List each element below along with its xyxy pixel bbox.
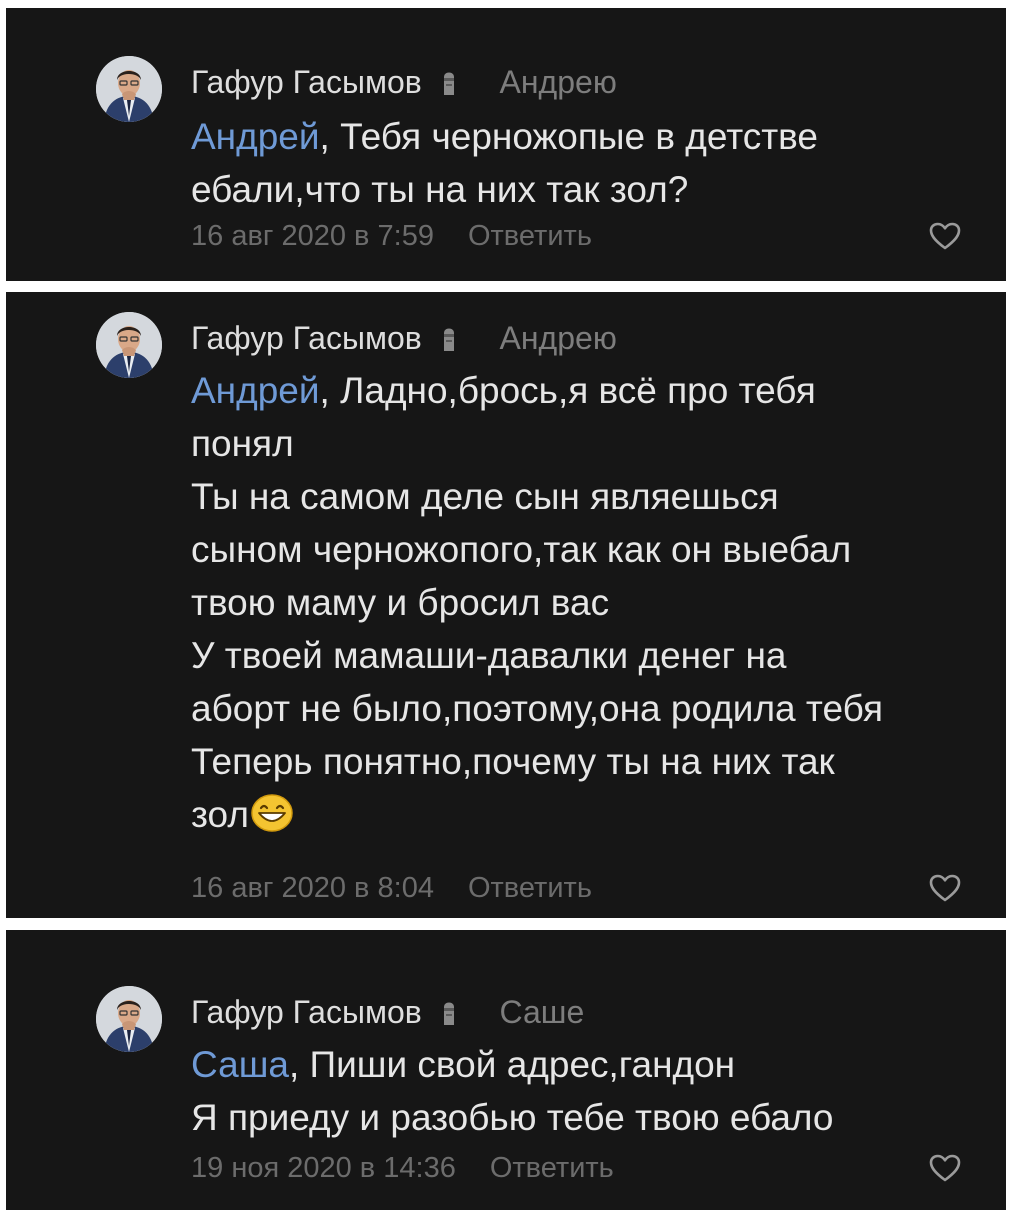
comment-meta: 16 авг 2020 в 8:04 Ответить — [191, 870, 592, 906]
comment-line: понял — [191, 423, 294, 464]
comment-text-segment: зол — [191, 794, 249, 835]
reply-button[interactable]: Ответить — [468, 872, 592, 904]
like-button[interactable] — [924, 1150, 966, 1186]
author-name[interactable]: Гафур Гасымов — [191, 64, 422, 100]
comment-line: сыном черножопого,так как он выебал — [191, 529, 852, 570]
avatar[interactable] — [96, 56, 162, 122]
moai-icon — [441, 994, 457, 1034]
comment-text: Саша, Пиши свой адрес,гандон Я приеду и … — [191, 1038, 981, 1144]
comment-card: Гафур Гасымов Саше Саша, Пиши свой адрес… — [6, 930, 1006, 1210]
reply-to-name[interactable]: Саше — [500, 994, 585, 1030]
comment-line: У твоей мамаши-давалки денег на — [191, 635, 787, 676]
comment-line: аборт не было,поэтому,она родила тебя — [191, 688, 884, 729]
moai-icon — [441, 64, 457, 104]
comment-meta: 19 ноя 2020 в 14:36 Ответить — [191, 1150, 614, 1186]
comment-card: Гафур Гасымов Андрею Андрей, Ладно,брось… — [6, 292, 1006, 918]
like-button[interactable] — [924, 218, 966, 254]
reply-button[interactable]: Ответить — [468, 220, 592, 252]
comment-line: Андрей, Тебя черножопые в детстве — [191, 110, 981, 163]
heart-outline-icon — [929, 1154, 961, 1182]
comment-card: Гафур Гасымов Андрею Андрей, Тебя чернож… — [6, 8, 1006, 281]
comment-line: Андрей, Ладно,брось,я всё про тебя — [191, 364, 981, 417]
comment-header: Гафур Гасымов Саше — [191, 992, 584, 1034]
comment-line: ебали,что ты на них так зол? — [191, 169, 689, 210]
reply-to-name[interactable]: Андрею — [500, 64, 617, 100]
heart-outline-icon — [929, 222, 961, 250]
comment-meta: 16 авг 2020 в 7:59 Ответить — [191, 218, 592, 254]
timestamp: 19 ноя 2020 в 14:36 — [191, 1152, 456, 1184]
comment-text-segment: , Тебя черножопые в детстве — [319, 116, 818, 157]
mention-link[interactable]: Андрей — [191, 370, 320, 411]
heart-outline-icon — [929, 874, 961, 902]
author-name[interactable]: Гафур Гасымов — [191, 320, 422, 356]
comment-line: Я приеду и разобью тебе твою ебало — [191, 1097, 834, 1138]
avatar[interactable] — [96, 312, 162, 378]
avatar[interactable] — [96, 986, 162, 1052]
comment-line: Ты на самом деле сын являешься — [191, 476, 779, 517]
comment-header: Гафур Гасымов Андрею — [191, 62, 617, 104]
comment-text-segment: , Ладно,брось,я всё про тебя — [319, 370, 816, 411]
comment-line: Саша, Пиши свой адрес,гандон — [191, 1038, 981, 1091]
mention-link[interactable]: Саша — [191, 1044, 289, 1085]
reply-to-name[interactable]: Андрею — [500, 320, 617, 356]
author-name[interactable]: Гафур Гасымов — [191, 994, 422, 1030]
comment-header: Гафур Гасымов Андрею — [191, 318, 617, 360]
timestamp: 16 авг 2020 в 8:04 — [191, 872, 434, 904]
comment-line: зол — [191, 788, 981, 847]
comment-text: Андрей, Тебя черножопые в детстве ебали,… — [191, 110, 981, 216]
timestamp: 16 авг 2020 в 7:59 — [191, 220, 434, 252]
mention-link[interactable]: Андрей — [191, 116, 320, 157]
comment-text-segment: , Пиши свой адрес,гандон — [288, 1044, 736, 1085]
moai-icon — [441, 320, 457, 360]
comment-line: твою маму и бросил вас — [191, 582, 610, 623]
grinning-smile-icon — [251, 793, 293, 847]
comment-text: Андрей, Ладно,брось,я всё про тебя понял… — [191, 364, 981, 847]
reply-button[interactable]: Ответить — [490, 1152, 614, 1184]
comment-line: Теперь понятно,почему ты на них так — [191, 741, 835, 782]
like-button[interactable] — [924, 870, 966, 906]
